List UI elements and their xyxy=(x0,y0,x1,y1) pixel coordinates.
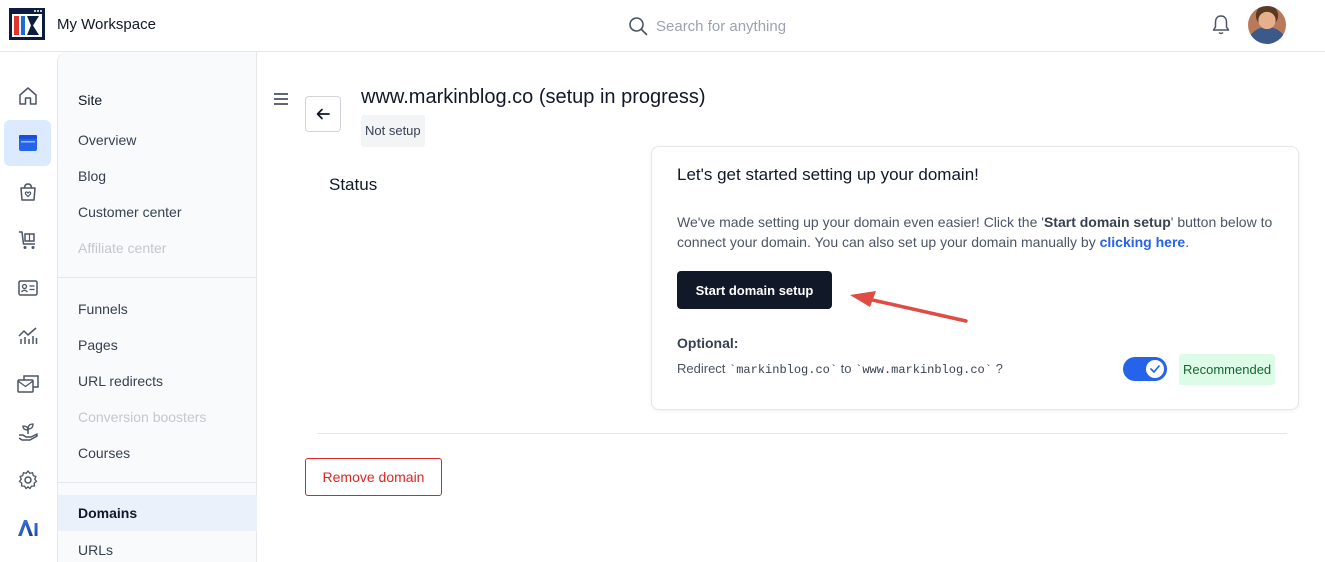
toggle-knob xyxy=(1146,360,1164,378)
sidebar-item-blog[interactable]: Blog xyxy=(78,168,106,184)
contact-card-icon[interactable] xyxy=(4,265,51,311)
card-description: We've made setting up your domain even e… xyxy=(677,212,1277,252)
analytics-icon[interactable] xyxy=(4,313,51,359)
sidebar-divider xyxy=(58,277,257,278)
redirect-toggle[interactable] xyxy=(1123,357,1167,381)
search-input[interactable]: Search for anything xyxy=(656,18,786,35)
workspace-name[interactable]: My Workspace xyxy=(57,16,156,33)
card-text: We've made setting up your domain even e… xyxy=(677,214,1044,230)
growth-icon[interactable] xyxy=(4,409,51,455)
sidebar-group-title: Site xyxy=(78,92,103,108)
optional-label: Optional: xyxy=(677,335,739,351)
section-divider xyxy=(317,433,1287,434)
icon-rail xyxy=(0,52,57,562)
annotation-arrow-icon xyxy=(850,291,968,323)
redirect-text: to xyxy=(837,361,856,376)
main-content: www.markinblog.co (setup in progress) No… xyxy=(258,52,1325,562)
home-icon[interactable] xyxy=(4,73,51,119)
sidebar-item-courses[interactable]: Courses xyxy=(78,445,130,461)
redirect-text: ? xyxy=(991,361,1003,376)
sidebar-item-urls[interactable]: URLs xyxy=(78,542,113,558)
search-icon xyxy=(629,17,648,36)
page-title: www.markinblog.co (setup in progress) xyxy=(361,86,706,108)
sidebar-item-customer-center[interactable]: Customer center xyxy=(78,204,181,220)
sidebar-item-domains[interactable]: Domains xyxy=(58,495,257,531)
site-sidebar: Site Overview Blog Customer center Affil… xyxy=(57,52,257,562)
redirect-to-domain: `www.markinblog.co` xyxy=(855,363,992,377)
settings-icon[interactable] xyxy=(4,457,51,503)
sidebar-item-overview[interactable]: Overview xyxy=(78,132,136,148)
sidebar-item-funnels[interactable]: Funnels xyxy=(78,301,128,317)
sidebar-item-affiliate-center: Affiliate center xyxy=(78,240,167,256)
mail-icon[interactable] xyxy=(4,361,51,407)
sidebar-divider xyxy=(58,482,257,483)
sidebar-item-url-redirects[interactable]: URL redirects xyxy=(78,373,163,389)
arrow-left-icon xyxy=(316,108,330,120)
notification-bell-icon[interactable] xyxy=(1211,14,1231,41)
app-logo-icon[interactable] xyxy=(9,8,45,40)
check-icon xyxy=(1150,365,1160,373)
sidebar-item-pages[interactable]: Pages xyxy=(78,337,118,353)
top-bar: My Workspace Search for anything xyxy=(0,0,1325,52)
menu-toggle-icon[interactable] xyxy=(274,89,288,110)
card-text-bold: Start domain setup xyxy=(1043,214,1171,230)
global-search[interactable]: Search for anything xyxy=(628,14,786,38)
redirect-from-domain: `markinblog.co` xyxy=(729,363,838,377)
store-icon[interactable] xyxy=(4,169,51,215)
start-domain-setup-button[interactable]: Start domain setup xyxy=(677,271,832,309)
status-heading: Status xyxy=(329,175,378,194)
recommended-badge: Recommended xyxy=(1179,354,1276,385)
remove-domain-button[interactable]: Remove domain xyxy=(305,458,442,496)
redirect-description: Redirect `markinblog.co` to `www.markinb… xyxy=(677,361,1003,377)
cart-icon[interactable] xyxy=(4,217,51,263)
redirect-text: Redirect xyxy=(677,361,730,376)
back-button[interactable] xyxy=(305,96,341,132)
domain-setup-card: Let's get started setting up your domain… xyxy=(651,146,1299,410)
user-avatar[interactable] xyxy=(1248,6,1286,44)
sidebar-item-conversion-boosters: Conversion boosters xyxy=(78,409,207,425)
ai-icon[interactable] xyxy=(4,505,51,551)
manual-setup-link[interactable]: clicking here xyxy=(1100,234,1186,250)
status-badge: Not setup xyxy=(361,115,425,147)
card-text: . xyxy=(1185,234,1190,250)
card-title: Let's get started setting up your domain… xyxy=(677,165,979,184)
website-icon[interactable] xyxy=(4,120,51,166)
